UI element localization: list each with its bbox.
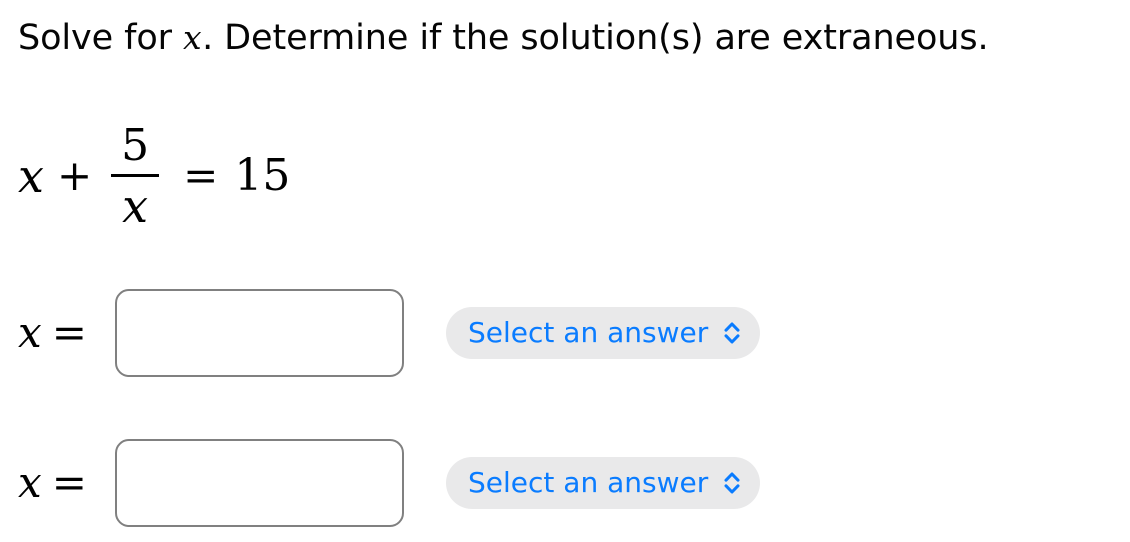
answer-input-2[interactable] [115,439,404,527]
equation-fraction: 5 x [111,119,160,233]
equation-lhs-variable: x [18,149,44,203]
page-title: Solve for x. Determine if the solution(s… [18,16,1118,60]
answer-input-1[interactable] [115,289,404,377]
answer-label-equals: = [51,308,87,357]
prompt-text-before: Solve for [18,18,183,58]
equation-plus-operator: + [56,151,93,200]
answer-label-2: x = [0,462,115,504]
chevron-up-down-icon [722,469,742,497]
fraction-numerator: 5 [121,119,150,171]
answer-label-1: x = [0,312,115,354]
equation-equals-sign: = [183,151,219,200]
answer-label-variable: x [18,308,42,357]
answer-label-variable: x [18,458,42,507]
prompt-text-after: . Determine if the solution(s) are extra… [202,18,989,58]
select-answer-label-1: Select an answer [468,316,709,349]
answer-row: x = Select an answer [0,439,761,527]
equation-display: x + 5 x = 15 [18,118,290,234]
answer-label-equals: = [51,458,87,507]
select-answer-label-2: Select an answer [468,466,709,499]
select-answer-dropdown-2[interactable]: Select an answer [446,457,761,509]
chevron-up-down-icon [722,319,742,347]
prompt-math-variable: x [182,18,203,57]
fraction-denominator: x [122,178,149,233]
answer-row: x = Select an answer [0,289,761,377]
select-answer-dropdown-1[interactable]: Select an answer [446,307,761,359]
equation-right-side: 15 [234,150,291,201]
